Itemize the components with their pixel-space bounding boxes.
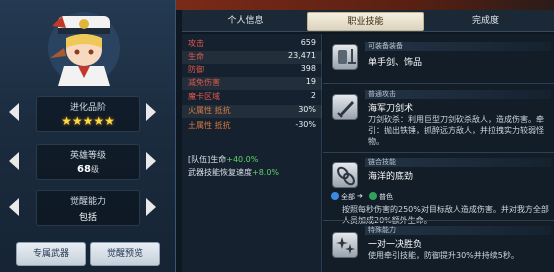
stat-row: 魔卡区域 2 bbox=[182, 91, 322, 104]
prev-arrow-icon[interactable] bbox=[8, 197, 20, 217]
skill-description: 刀剑砍杀：利用巨型刀剑砍杀敌人，造成伤害。牵引：抛出铁锤，抓醉远方敌人，并拉拽实… bbox=[368, 115, 544, 146]
stat-key: 减免伤害 bbox=[188, 78, 220, 87]
prev-arrow-icon[interactable] bbox=[8, 151, 20, 171]
divider bbox=[323, 83, 554, 84]
sword-shield-icon bbox=[332, 44, 358, 70]
evolution-stars: ★★★★★ bbox=[61, 114, 115, 128]
stat-row: 攻击 659 bbox=[182, 38, 322, 51]
sparkle-icon bbox=[332, 232, 358, 258]
stat-value: 659 bbox=[300, 38, 316, 47]
tab-personal-info[interactable]: 个人信息 bbox=[187, 12, 304, 31]
team-buff: [队伍]生命+40.0% bbox=[188, 155, 259, 164]
stat-value: 398 bbox=[300, 64, 316, 73]
stat-value: -30% bbox=[295, 120, 316, 129]
weapon-buff: 武器技能恢复速度+8.0% bbox=[188, 168, 280, 177]
awaken-box: 觉醒能力 包括 bbox=[36, 190, 140, 226]
evolution-label: 进化品阶 bbox=[69, 103, 106, 113]
stats-panel: 攻击 659 生命 23,471 防御 398 减免伤害 19 魔卡区域 2 火… bbox=[182, 34, 322, 272]
divider bbox=[323, 152, 554, 153]
hero-portrait bbox=[44, 8, 124, 88]
awaken-preview-button[interactable]: 觉醒预览 bbox=[90, 242, 160, 266]
next-arrow-icon[interactable] bbox=[145, 197, 157, 217]
chain-to: 普色 bbox=[369, 192, 393, 202]
next-arrow-icon[interactable] bbox=[145, 102, 157, 122]
stat-key: 魔卡区域 bbox=[188, 92, 220, 101]
stat-value: 23,471 bbox=[288, 51, 316, 60]
stat-value: 2 bbox=[310, 91, 316, 100]
stat-row: 火属性 抵抗 30% bbox=[182, 105, 322, 118]
awaken-value: 包括 bbox=[78, 213, 97, 223]
skill-entry[interactable]: 全部 ➔ 普色 链合技能 海洋的底劲 按照每秒伤害的250%对目标敌人造成伤害。… bbox=[323, 154, 554, 225]
chain-icon bbox=[332, 162, 358, 188]
stat-value: 30% bbox=[298, 105, 316, 114]
stat-row: 土属性 抵抗 -30% bbox=[182, 120, 322, 133]
exclusive-weapon-button[interactable]: 专属武器 bbox=[16, 242, 86, 266]
chain-arrow-icon: ➔ bbox=[357, 192, 363, 200]
skill-entry[interactable]: 普通攻击 海军刀剑术 刀剑砍杀：利用巨型刀剑砍杀敌人，造成伤害。牵引：抛出铁锤，… bbox=[323, 86, 554, 154]
skill-type: 链合技能 bbox=[365, 158, 551, 167]
skill-name: 海洋的底劲 bbox=[368, 172, 414, 182]
skills-panel: 可装备装备 单手剑、饰品 普通攻击 海军刀剑术 刀剑砍杀：利用巨型刀剑砍杀敌人，… bbox=[323, 34, 554, 272]
tab-class-skills[interactable]: 职业技能 bbox=[307, 12, 424, 31]
stat-key: 火属性 抵抗 bbox=[188, 106, 231, 115]
skill-type: 特殊能力 bbox=[365, 226, 551, 235]
hero-level-box: 英雄等级 68级 bbox=[36, 144, 140, 180]
stat-row: 防御 398 bbox=[182, 64, 322, 77]
tab-completion[interactable]: 完成度 bbox=[427, 12, 544, 31]
sword-icon bbox=[332, 94, 358, 120]
stat-value: 19 bbox=[305, 77, 316, 86]
skill-name: 单手剑、饰品 bbox=[368, 58, 423, 68]
skill-type: 普通攻击 bbox=[365, 90, 551, 99]
skill-entry[interactable]: 特殊能力 一对一决胜负 使用牵引技能，防御提升30%并持续5秒。 bbox=[323, 222, 554, 270]
header-banner bbox=[176, 0, 554, 10]
stat-key: 攻击 bbox=[188, 39, 204, 48]
skill-entry[interactable]: 可装备装备 单手剑、饰品 bbox=[323, 34, 554, 78]
chain-from: 全部 bbox=[331, 192, 355, 202]
hero-level-label: 英雄等级 bbox=[69, 151, 106, 161]
hero-level-value: 68级 bbox=[77, 164, 99, 175]
hero-panel: 进化品阶 ★★★★★ 英雄等级 68级 觉醒能力 包括 专属武器 觉醒预览 bbox=[0, 0, 176, 272]
skill-type: 可装备装备 bbox=[365, 42, 551, 51]
stat-row: 生命 23,471 bbox=[182, 51, 322, 64]
skill-description: 使用牵引技能，防御提升30%并持续5秒。 bbox=[368, 251, 519, 260]
skill-name: 海军刀剑术 bbox=[368, 104, 414, 114]
evolution-box: 进化品阶 ★★★★★ bbox=[36, 96, 140, 132]
skill-name: 一对一决胜负 bbox=[368, 240, 423, 250]
stat-key: 生命 bbox=[188, 52, 204, 61]
stat-key: 土属性 抵抗 bbox=[188, 121, 231, 130]
awaken-label: 觉醒能力 bbox=[69, 197, 106, 207]
next-arrow-icon[interactable] bbox=[145, 151, 157, 171]
stat-row: 减免伤害 19 bbox=[182, 77, 322, 90]
stat-key: 防御 bbox=[188, 65, 204, 74]
tab-bar: 个人信息 职业技能 完成度 bbox=[182, 10, 554, 32]
divider bbox=[323, 220, 554, 221]
prev-arrow-icon[interactable] bbox=[8, 102, 20, 122]
